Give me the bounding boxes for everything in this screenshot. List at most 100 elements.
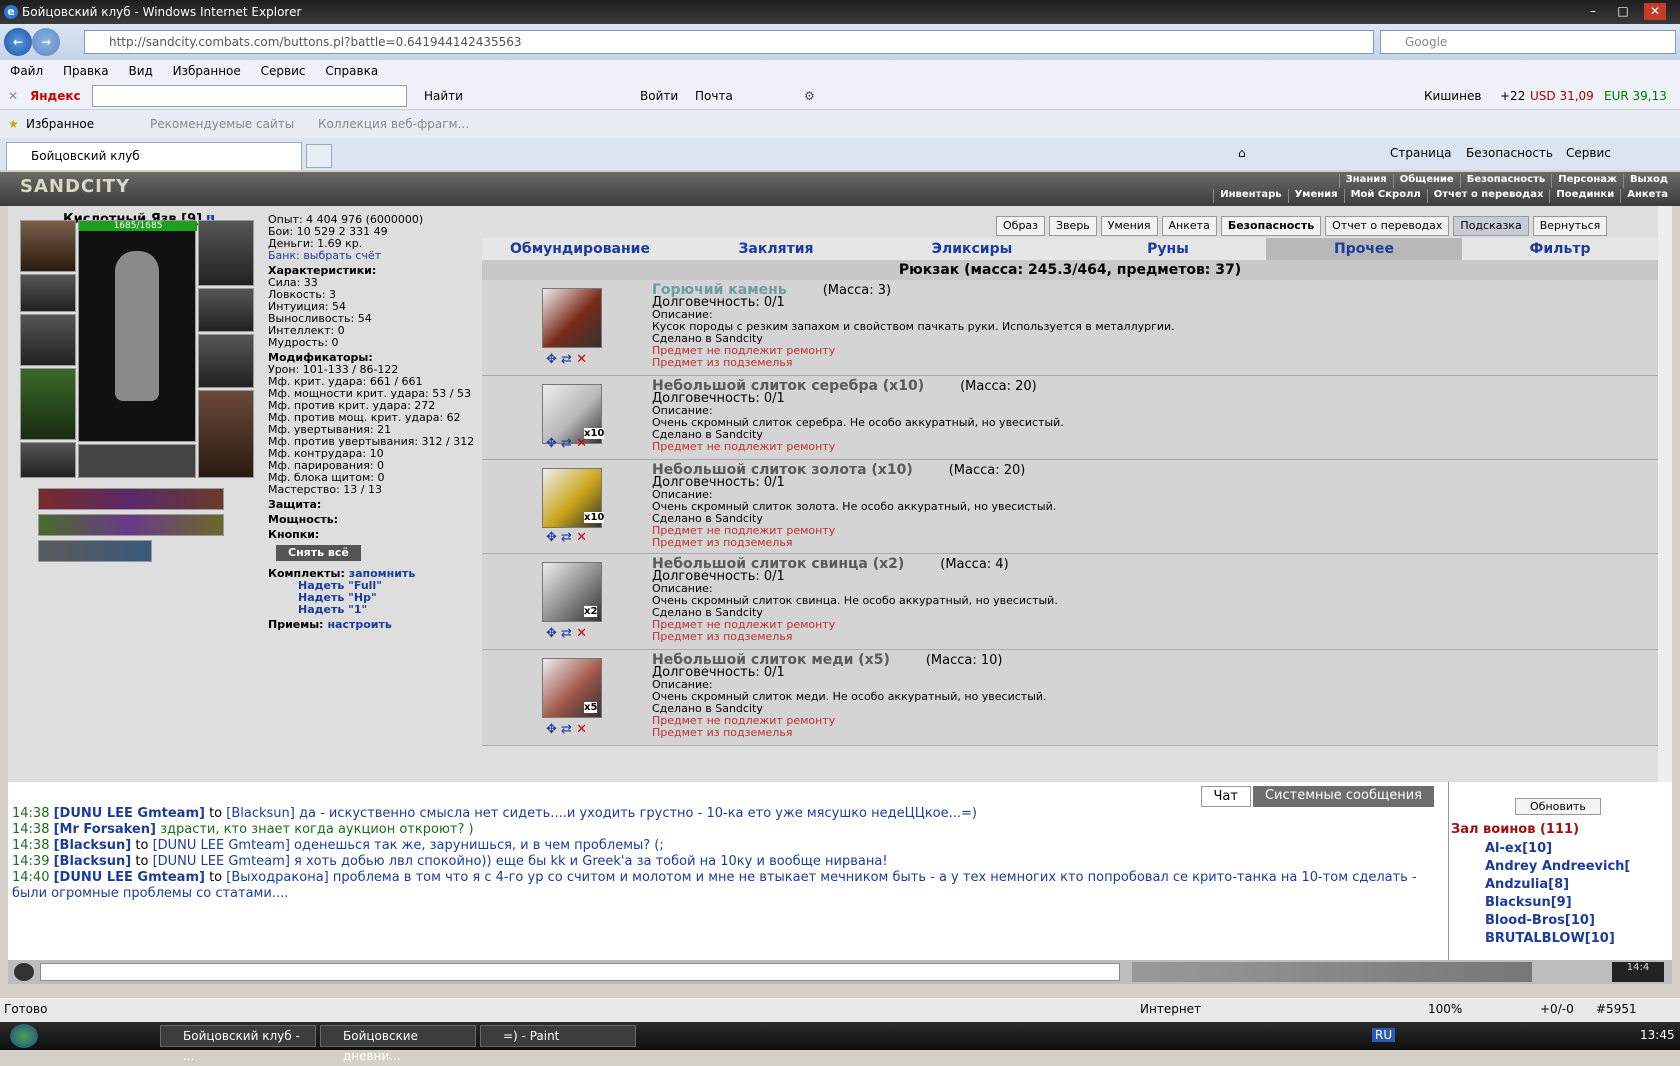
refresh-button[interactable]: Обновить: [1515, 798, 1601, 815]
menu-favorites[interactable]: Избранное: [173, 64, 241, 78]
task-fight-club[interactable]: Бойцовский клуб - ...: [160, 1025, 316, 1063]
security-menu[interactable]: Безопасность: [1466, 146, 1553, 160]
topnav-item[interactable]: Анкета: [1620, 189, 1674, 203]
eur-rate[interactable]: EUR 39,13: [1604, 82, 1667, 110]
game-button[interactable]: Анкета: [1161, 216, 1217, 236]
category-tab[interactable]: Заклятия: [678, 238, 874, 260]
menu-edit[interactable]: Правка: [63, 64, 109, 78]
tab-fight-club[interactable]: Бойцовский клуб: [6, 142, 302, 170]
ring-slots[interactable]: [78, 444, 196, 478]
category-tab[interactable]: Обмундирование: [482, 238, 678, 260]
inventory-scrollbar[interactable]: [1658, 206, 1672, 782]
yandex-find-button[interactable]: Найти: [424, 82, 463, 110]
item-action-icons[interactable]: ✥ ⇄ ✕: [546, 722, 587, 737]
chat-author[interactable]: [Blacksun]: [54, 838, 132, 853]
web-slice-gallery-link[interactable]: Коллекция веб-фрагм...: [318, 110, 469, 138]
tricks-setup-link[interactable]: настроить: [327, 618, 391, 631]
category-tab[interactable]: Прочее: [1266, 238, 1462, 260]
topnav-item[interactable]: Безопасность: [1459, 174, 1552, 188]
tab-system-messages[interactable]: Системные сообщения: [1252, 786, 1434, 807]
chat-input[interactable]: [40, 963, 1120, 981]
quick-slots-row-3[interactable]: [38, 540, 152, 562]
quick-slots-row-1[interactable]: [38, 488, 224, 510]
weapon-slot[interactable]: [20, 314, 76, 366]
recommended-sites-link[interactable]: Рекомендуемые сайты: [150, 110, 294, 138]
item-action-icons[interactable]: ✥ ⇄ ✕: [546, 352, 587, 367]
menu-view[interactable]: Вид: [128, 64, 152, 78]
warrior-item[interactable]: Blood-Bros[10]: [1453, 912, 1671, 930]
back-icon[interactable]: ←: [4, 28, 32, 56]
task-diaries[interactable]: Бойцовские дневни...: [320, 1025, 476, 1063]
chat-target[interactable]: [Blacksun]: [226, 806, 295, 821]
gloves-slot[interactable]: [198, 288, 254, 332]
search-input[interactable]: Google: [1380, 30, 1676, 54]
favorites-button[interactable]: Избранное: [26, 110, 94, 138]
topnav-item[interactable]: Выход: [1622, 174, 1674, 188]
gear-icon[interactable]: ⚙: [804, 82, 815, 110]
smiley-icon[interactable]: [14, 963, 34, 981]
game-button[interactable]: Образ: [996, 216, 1046, 236]
shield-slot[interactable]: [198, 334, 254, 388]
item-action-icons[interactable]: ✥ ⇄ ✕: [546, 436, 587, 451]
usd-rate[interactable]: USD 31,09: [1530, 82, 1594, 110]
new-tab-button[interactable]: [306, 144, 332, 168]
topnav-item[interactable]: Общение: [1392, 174, 1460, 188]
chat-author[interactable]: [Blacksun]: [54, 854, 132, 869]
topnav-item[interactable]: Персонаж: [1551, 174, 1623, 188]
item-action-icons[interactable]: ✥ ⇄ ✕: [546, 626, 587, 641]
task-paint[interactable]: =) - Paint: [480, 1025, 636, 1047]
helmet-slot[interactable]: [20, 220, 76, 272]
game-button[interactable]: Отчет о переводах: [1325, 216, 1450, 236]
buttons-header[interactable]: Кнопки:: [268, 529, 488, 541]
bracers-slot[interactable]: [20, 274, 76, 312]
delete-icon[interactable]: ✕: [576, 722, 587, 737]
topnav-item[interactable]: Знания: [1338, 174, 1393, 188]
chat-target[interactable]: [DUNU LEE Gmteam]: [153, 838, 290, 853]
chat-target[interactable]: [DUNU LEE Gmteam]: [153, 854, 290, 869]
game-button[interactable]: Безопасность: [1220, 216, 1322, 236]
armor-slot[interactable]: [20, 368, 76, 440]
topnav-item[interactable]: Мой Скролл: [1343, 189, 1427, 203]
chat-target[interactable]: [Выходракона]: [226, 870, 328, 885]
warrior-item[interactable]: BRUTALBLOW[10]: [1453, 930, 1671, 948]
chat-action-icons[interactable]: [1132, 962, 1532, 982]
topnav-item[interactable]: Инвентарь: [1213, 189, 1287, 203]
topnav-item[interactable]: Отчет о переводах: [1426, 189, 1550, 203]
warrior-item[interactable]: Blacksun[9]: [1453, 894, 1671, 912]
warrior-item[interactable]: Andzulia[8]: [1453, 876, 1671, 894]
defense-header[interactable]: Защита:: [268, 499, 488, 511]
delete-icon[interactable]: ✕: [576, 436, 587, 451]
chat-author[interactable]: [DUNU LEE Gmteam]: [54, 870, 205, 885]
bank[interactable]: Банк: выбрать счёт: [268, 250, 488, 262]
service-menu[interactable]: Сервис: [1566, 146, 1611, 160]
quick-slots-row-2[interactable]: [38, 514, 224, 536]
item-action-icons[interactable]: ✥ ⇄ ✕: [546, 530, 587, 545]
yandex-logo[interactable]: Яндекс: [30, 82, 81, 110]
topnav-item[interactable]: Умения: [1287, 189, 1344, 203]
forward-icon[interactable]: →: [32, 28, 60, 56]
warrior-item[interactable]: Al-ex[10]: [1453, 840, 1671, 858]
zoom-level[interactable]: 100%: [1428, 998, 1462, 1020]
delete-icon[interactable]: ✕: [576, 626, 587, 641]
maximize-button[interactable]: □: [1612, 3, 1634, 20]
delete-icon[interactable]: ✕: [576, 352, 587, 367]
close-button[interactable]: ✕: [1644, 3, 1666, 20]
minimize-button[interactable]: –: [1582, 3, 1604, 20]
yandex-search-input[interactable]: [92, 85, 407, 107]
undress-all-button[interactable]: Снять всё: [276, 545, 361, 561]
menu-help[interactable]: Справка: [325, 64, 378, 78]
category-tab[interactable]: Руны: [1070, 238, 1266, 260]
delete-icon[interactable]: ✕: [576, 530, 587, 545]
tab-chat[interactable]: Чат: [1200, 786, 1251, 807]
chat-author[interactable]: [DUNU LEE Gmteam]: [54, 806, 205, 821]
menu-file[interactable]: Файл: [10, 64, 43, 78]
chat-author[interactable]: [Mr Forsaken]: [54, 822, 156, 837]
warrior-item[interactable]: Andrey Andreevich[: [1453, 858, 1671, 876]
start-button[interactable]: [10, 1024, 38, 1048]
category-tab[interactable]: Фильтр: [1462, 238, 1658, 260]
close-toolbar-icon[interactable]: ✕: [8, 82, 18, 110]
language-indicator[interactable]: RU: [1372, 1028, 1396, 1042]
game-button[interactable]: Подсказка: [1453, 216, 1529, 236]
game-button[interactable]: Зверь: [1049, 216, 1097, 236]
menu-service[interactable]: Сервис: [261, 64, 306, 78]
